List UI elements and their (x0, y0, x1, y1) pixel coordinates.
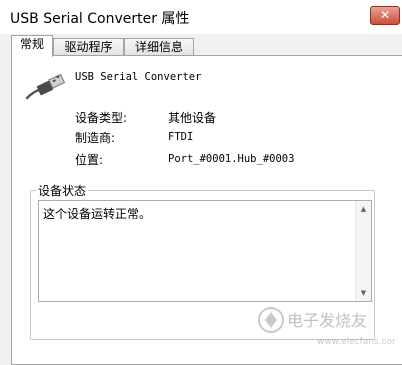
scroll-down-arrow-icon[interactable]: ▼ (356, 285, 371, 301)
device-status-textbox[interactable]: 这个设备运转正常。 ▲ ▼ (38, 200, 372, 302)
manufacturer-value: FTDI (168, 131, 194, 143)
scroll-up-arrow-icon[interactable]: ▲ (356, 201, 371, 217)
status-scrollbar[interactable]: ▲ ▼ (355, 201, 371, 301)
device-status-title: 设备状态 (36, 182, 89, 199)
watermark-logo-icon: 电子发烧友 www.elecfans.com (258, 307, 401, 347)
manufacturer-label: 制造商: (75, 131, 116, 145)
watermark-text: 电子发烧友 (287, 311, 367, 330)
watermark-url: www.elecfans.com (317, 337, 395, 347)
device-type-value: 其他设备 (168, 111, 217, 125)
location-label: 位置: (75, 153, 104, 167)
watermark: 电子发烧友 www.elecfans.com (255, 300, 401, 350)
usb-plug-icon (25, 73, 66, 100)
device-name: USB Serial Converter (75, 71, 202, 83)
location-value: Port_#0001.Hub_#0003 (168, 153, 295, 165)
device-status-text: 这个设备运转正常。 (43, 207, 152, 221)
device-type-label: 设备类型: (75, 111, 128, 125)
